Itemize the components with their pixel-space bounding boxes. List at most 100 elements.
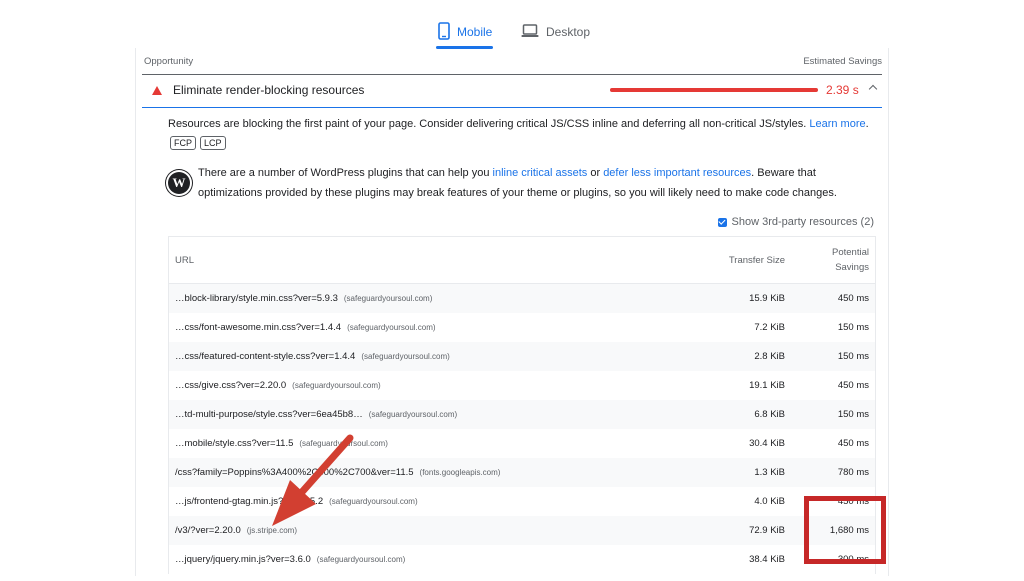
row-transfer-size: 6.8 KiB (754, 409, 785, 420)
row-savings: 150 ms (837, 409, 869, 420)
row-host: (fonts.googleapis.com) (419, 468, 501, 477)
row-host: (safeguardyoursoul.com) (361, 352, 450, 361)
row-savings: 780 ms (837, 467, 869, 478)
description-end: . (865, 118, 869, 130)
third-party-label: Show 3rd-party resources (2) (731, 216, 874, 228)
audit-render-blocking-resources[interactable]: Eliminate render-blocking resources 2.39… (142, 75, 882, 108)
table-row[interactable]: …mobile/style.css?ver=11.5 (safeguardyour… (169, 429, 875, 458)
fail-triangle-icon (152, 86, 162, 95)
row-url: …mobile/style.css?ver=11.5 (safeguardyour… (175, 438, 388, 449)
row-transfer-size: 2.8 KiB (754, 351, 785, 362)
wordpress-logo-icon: W (168, 172, 190, 194)
row-host: (safeguardyoursoul.com) (329, 497, 418, 506)
table-row[interactable]: …js/frontend-gtag.min.js?ver=8.5.2 (safeg… (169, 487, 875, 516)
row-savings: 450 ms (837, 496, 869, 507)
row-url-path: …css/featured-content-style.css?ver=1.4.… (175, 351, 356, 362)
estimated-savings-column-label: Estimated Savings (803, 56, 882, 67)
table-row[interactable]: …jquery/jquery.min.js?ver=3.6.0 (safeguar… (169, 545, 875, 574)
row-transfer-size: 4.0 KiB (754, 496, 785, 507)
row-transfer-size: 38.4 KiB (749, 554, 785, 565)
row-host: (safeguardyoursoul.com) (347, 323, 436, 332)
defer-resources-link[interactable]: defer less important resources (603, 167, 751, 179)
row-url: …jquery/jquery.min.js?ver=3.6.0 (safeguar… (175, 554, 405, 565)
row-transfer-size: 72.9 KiB (749, 525, 785, 536)
row-host: (safeguardyoursoul.com) (343, 294, 433, 303)
table-row[interactable]: …td-multi-purpose/style.css?ver=6ea45b8…… (169, 400, 875, 429)
row-host: (safeguardyoursoul.com) (299, 439, 388, 448)
table-header: URL Transfer Size Potential Savings (169, 237, 875, 284)
table-row[interactable]: …css/give.css?ver=2.20.0 (safeguardyourso… (169, 371, 875, 400)
row-url: /v3/?ver=2.20.0 (js.stripe.com) (175, 525, 297, 536)
row-savings: 450 ms (837, 438, 869, 449)
row-savings: 450 ms (837, 380, 869, 391)
row-url: …block-library/style.min.css?ver=5.9.3 (s… (175, 293, 432, 304)
row-url-path: …jquery/jquery.min.js?ver=3.6.0 (175, 554, 311, 565)
chip-lcp: LCP (200, 136, 226, 150)
row-url: /css?family=Poppins%3A400%2C500%2C700&ve… (175, 467, 500, 478)
wordpress-note: There are a number of WordPress plugins … (198, 164, 878, 203)
row-savings: 150 ms (837, 351, 869, 362)
opportunities-panel: Opportunity Estimated Savings Eliminate … (135, 48, 889, 576)
row-savings: 150 ms (837, 322, 869, 333)
row-url: …td-multi-purpose/style.css?ver=6ea45b8…… (175, 409, 457, 420)
table-row[interactable]: /v3/?ver=2.20.0 (js.stripe.com) 72.9 KiB 1,… (169, 516, 875, 545)
row-transfer-size: 15.9 KiB (749, 293, 785, 304)
table-row[interactable]: /css?family=Poppins%3A400%2C500%2C700&ve… (169, 458, 875, 487)
table-body: …block-library/style.min.css?ver=5.9.3 (s… (169, 284, 875, 574)
row-host: (safeguardyoursoul.com) (292, 381, 381, 390)
row-url: …css/font-awesome.min.css?ver=1.4.4 (safe… (175, 322, 436, 333)
row-savings: 450 ms (837, 293, 869, 304)
opportunity-column-label: Opportunity (144, 56, 194, 67)
row-url-path: …css/font-awesome.min.css?ver=1.4.4 (175, 322, 342, 333)
opportunity-header: Opportunity Estimated Savings (142, 48, 882, 75)
tab-desktop[interactable]: Desktop (521, 18, 590, 46)
row-savings: 1,680 ms (829, 525, 869, 536)
tab-mobile[interactable]: Mobile (438, 18, 492, 46)
audit-title: Eliminate render-blocking resources (173, 83, 365, 97)
chip-fcp: FCP (170, 136, 196, 150)
row-host: (safeguardyoursoul.com) (316, 555, 406, 564)
row-url-path: …td-multi-purpose/style.css?ver=6ea45b8… (175, 409, 363, 420)
row-url: …css/featured-content-style.css?ver=1.4.… (175, 351, 450, 362)
column-transfer-size: Transfer Size (728, 255, 785, 266)
wp-note-text-2: or (587, 167, 604, 179)
phone-icon (438, 21, 450, 43)
row-url-path: /v3/?ver=2.20.0 (175, 525, 241, 536)
row-url-path: …js/frontend-gtag.min.js?ver=8.5.2 (175, 496, 324, 507)
table-row[interactable]: …css/featured-content-style.css?ver=1.4.… (169, 342, 875, 371)
row-transfer-size: 7.2 KiB (754, 322, 785, 333)
third-party-checkbox[interactable] (717, 217, 727, 227)
row-savings: 300 ms (837, 554, 869, 565)
tab-mobile-label: Mobile (457, 25, 493, 39)
table-row[interactable]: …css/font-awesome.min.css?ver=1.4.4 (safe… (169, 313, 875, 342)
row-transfer-size: 30.4 KiB (749, 438, 785, 449)
row-transfer-size: 1.3 KiB (754, 467, 785, 478)
column-potential-savings: Potential Savings (832, 245, 869, 275)
column-url: URL (175, 255, 195, 266)
row-url-path: …block-library/style.min.css?ver=5.9.3 (175, 293, 338, 304)
chevron-up-icon[interactable] (868, 84, 878, 94)
column-savings-line-1: Potential (832, 247, 869, 258)
row-transfer-size: 19.1 KiB (749, 380, 785, 391)
wp-note-text-1: There are a number of WordPress plugins … (198, 167, 493, 179)
row-host: (safeguardyoursoul.com) (368, 410, 458, 419)
tab-desktop-label: Desktop (546, 25, 591, 39)
metric-chips: FCP LCP (170, 136, 226, 150)
learn-more-link[interactable]: Learn more (809, 118, 865, 130)
row-url-path: …mobile/style.css?ver=11.5 (175, 438, 294, 449)
description-text: Resources are blocking the first paint o… (168, 118, 810, 130)
inline-critical-assets-link[interactable]: inline critical assets (493, 167, 588, 179)
row-host: (js.stripe.com) (246, 526, 297, 535)
row-url-path: …css/give.css?ver=2.20.0 (175, 380, 287, 391)
row-url: …js/frontend-gtag.min.js?ver=8.5.2 (safeg… (175, 496, 418, 507)
savings-bar (610, 88, 818, 92)
resources-table: URL Transfer Size Potential Savings …bloc… (168, 236, 876, 574)
table-row[interactable]: …block-library/style.min.css?ver=5.9.3 (s… (169, 284, 875, 313)
row-url: …css/give.css?ver=2.20.0 (safeguardyourso… (175, 380, 381, 391)
laptop-icon (521, 23, 539, 41)
row-url-path: /css?family=Poppins%3A400%2C500%2C700&ve… (175, 467, 414, 478)
audit-savings: 2.39 s (826, 83, 859, 97)
show-third-party-toggle[interactable]: Show 3rd-party resources (2) (717, 216, 874, 228)
device-tabs: Mobile Desktop (0, 14, 1024, 50)
column-savings-line-2: Savings (835, 262, 869, 273)
